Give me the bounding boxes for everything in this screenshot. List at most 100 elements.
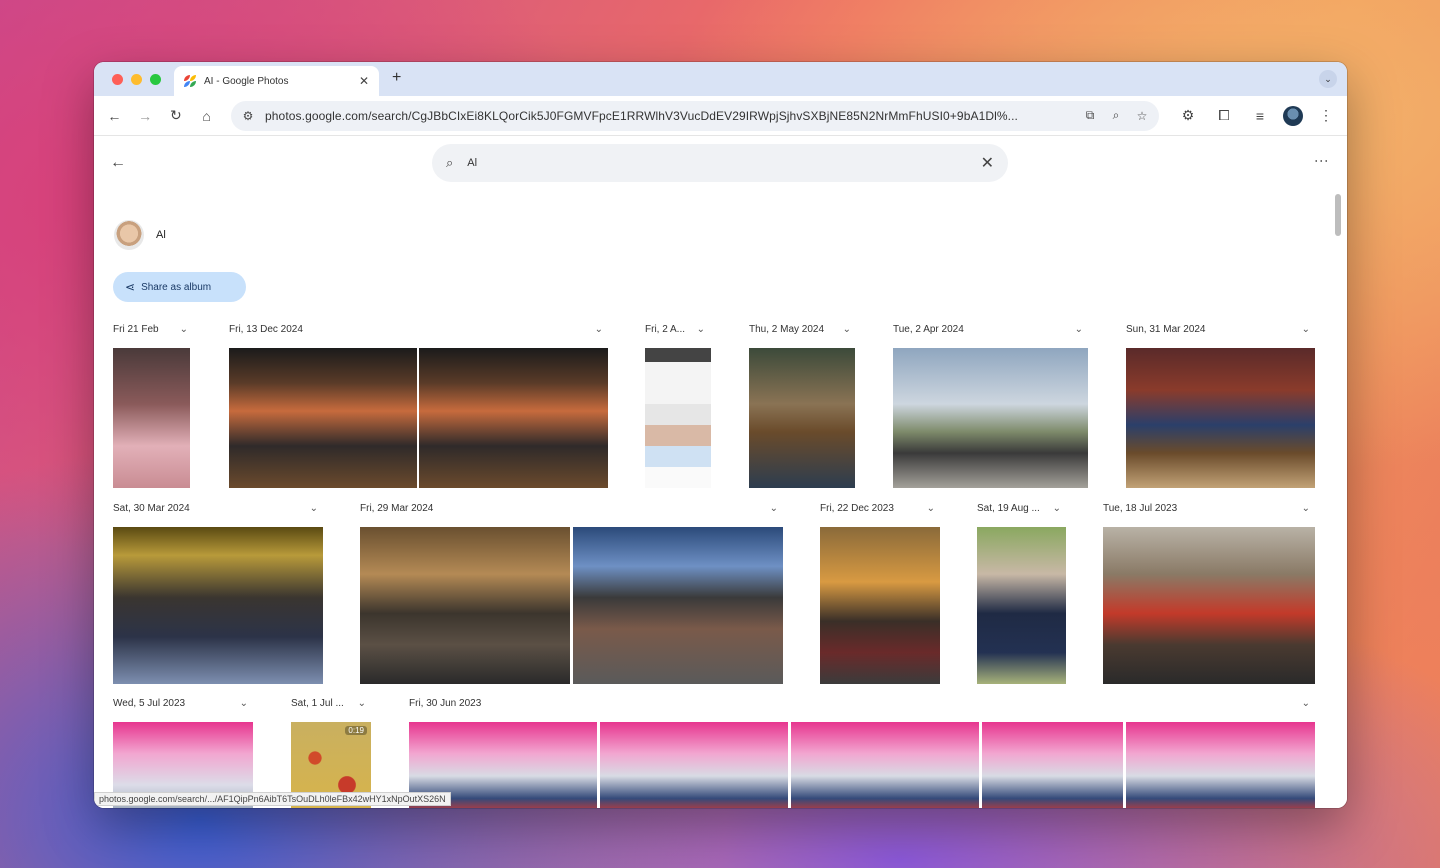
more-options-icon[interactable]: ⋮ [1314, 154, 1330, 168]
profile-avatar[interactable] [1283, 105, 1303, 126]
chevron-down-icon[interactable]: ⌄ [927, 503, 935, 514]
back-arrow-icon[interactable]: ← [110, 154, 126, 172]
address-bar[interactable]: ⚙ photos.google.com/search/CgJBbCIxEi8KL… [231, 100, 1159, 131]
person-avatar [114, 220, 144, 250]
site-settings-icon[interactable]: ⚙ [239, 109, 257, 123]
photo-thumbnail[interactable] [113, 527, 323, 684]
photo-thumbnail[interactable] [791, 722, 979, 808]
share-as-album-button[interactable]: ⋖ Share as album [113, 272, 246, 302]
clear-search-icon[interactable]: ✕ [981, 153, 994, 173]
new-tab-icon[interactable]: + [392, 69, 401, 87]
tab-title: AI - Google Photos [204, 75, 289, 87]
chevron-down-icon[interactable]: ⌄ [595, 324, 603, 335]
date-label: Wed, 5 Jul 2023 [113, 698, 186, 709]
chevron-down-icon[interactable]: ⌄ [770, 503, 778, 514]
date-header[interactable]: Tue, 2 Apr 2024 ⌄ [893, 324, 1083, 335]
person-name: Al [156, 229, 166, 241]
chevron-down-icon[interactable]: ⌄ [1302, 324, 1310, 335]
media-controls-icon[interactable]: ≡ [1247, 103, 1273, 129]
browser-window: AI - Google Photos ✕ + ⌄ ← → ↻ ⌂ ⚙ photo… [94, 62, 1347, 808]
extensions-puzzle-icon[interactable]: ⧠ [1211, 103, 1237, 129]
photo-thumbnail[interactable] [977, 527, 1066, 684]
chevron-down-icon[interactable]: ⌄ [240, 698, 248, 709]
photo-thumbnail[interactable] [1126, 348, 1315, 488]
chevron-down-icon[interactable]: ⌄ [310, 503, 318, 514]
photo-thumbnail[interactable] [360, 527, 570, 684]
date-label: Sat, 19 Aug ... [977, 503, 1040, 514]
date-header[interactable]: Tue, 18 Jul 2023 ⌄ [1103, 503, 1310, 514]
tab-close-icon[interactable]: ✕ [359, 74, 369, 88]
date-label: Fri, 30 Jun 2023 [409, 698, 482, 709]
date-header[interactable]: Wed, 5 Jul 2023 ⌄ [113, 698, 248, 709]
photo-thumbnail[interactable] [1103, 527, 1315, 684]
date-label: Fri 21 Feb [113, 324, 159, 335]
photo-thumbnail[interactable] [645, 348, 711, 488]
date-label: Fri, 29 Mar 2024 [360, 503, 434, 514]
link-status-bar: photos.google.com/search/.../AF1QipPn6Ai… [94, 792, 451, 806]
date-header[interactable]: Sun, 31 Mar 2024 ⌄ [1126, 324, 1310, 335]
date-label: Fri, 2 A... [645, 324, 686, 335]
chevron-down-icon[interactable]: ⌄ [180, 324, 188, 335]
zoom-icon[interactable]: ⌕ [1107, 108, 1125, 123]
chevron-down-icon[interactable]: ⌄ [358, 698, 366, 709]
photo-thumbnail[interactable] [982, 722, 1123, 808]
photo-thumbnail[interactable] [749, 348, 855, 488]
scrollbar-thumb[interactable] [1335, 194, 1341, 236]
extensions-area: ⚙ ⧠ ≡ ⋮ [1175, 103, 1339, 129]
reload-icon[interactable]: ↻ [164, 103, 189, 129]
photo-thumbnail[interactable] [600, 722, 788, 808]
photo-thumbnail[interactable] [229, 348, 417, 488]
photos-page: ← ⌕ Al ✕ ⋮ Al ⋖ Share as album Fri 21 Fe… [94, 136, 1347, 808]
date-label: Tue, 18 Jul 2023 [1103, 503, 1178, 514]
date-header[interactable]: Fri, 29 Mar 2024 ⌄ [360, 503, 778, 514]
date-header[interactable]: Fri, 22 Dec 2023 ⌄ [820, 503, 935, 514]
chevron-down-icon[interactable]: ⌄ [1302, 698, 1310, 709]
chrome-menu-icon[interactable]: ⋮ [1313, 103, 1339, 129]
tab-google-photos[interactable]: AI - Google Photos ✕ [174, 66, 379, 96]
chevron-down-icon[interactable]: ⌄ [697, 324, 705, 335]
url-text[interactable]: photos.google.com/search/CgJBbCIxEi8KLQo… [265, 109, 1073, 123]
date-header[interactable]: Fri 21 Feb ⌄ [113, 324, 188, 335]
video-duration: 0:19 [345, 726, 367, 735]
chevron-down-icon[interactable]: ⌄ [1053, 503, 1061, 514]
date-header[interactable]: Fri, 13 Dec 2024 ⌄ [229, 324, 603, 335]
tab-strip: AI - Google Photos ✕ + ⌄ [94, 62, 1347, 96]
forward-icon[interactable]: → [133, 103, 158, 129]
date-header[interactable]: Fri, 30 Jun 2023 ⌄ [409, 698, 1310, 709]
home-icon[interactable]: ⌂ [194, 103, 219, 129]
date-label: Sun, 31 Mar 2024 [1126, 324, 1206, 335]
search-icon: ⌕ [446, 155, 454, 170]
date-header[interactable]: Sat, 19 Aug ... ⌄ [977, 503, 1061, 514]
photo-thumbnail[interactable] [820, 527, 940, 684]
share-label: Share as album [141, 281, 212, 293]
date-label: Fri, 22 Dec 2023 [820, 503, 894, 514]
person-chip[interactable]: Al [114, 220, 166, 250]
photo-thumbnail[interactable] [573, 527, 783, 684]
date-label: Sat, 30 Mar 2024 [113, 503, 190, 514]
extension-gear-icon[interactable]: ⚙ [1175, 103, 1201, 129]
photo-thumbnail[interactable] [893, 348, 1088, 488]
chevron-down-icon[interactable]: ⌄ [1075, 324, 1083, 335]
search-bar[interactable]: ⌕ Al ✕ [432, 144, 1008, 182]
chevron-down-icon[interactable]: ⌄ [1302, 503, 1310, 514]
bookmark-star-icon[interactable]: ☆ [1133, 109, 1151, 123]
search-input[interactable]: Al [467, 157, 966, 169]
close-window-button[interactable] [112, 73, 123, 85]
window-controls [112, 73, 161, 85]
date-header[interactable]: Sat, 30 Mar 2024 ⌄ [113, 503, 318, 514]
share-icon: ⋖ [125, 280, 136, 294]
date-header[interactable]: Thu, 2 May 2024 ⌄ [749, 324, 851, 335]
photo-thumbnail[interactable] [113, 348, 190, 488]
chevron-down-icon[interactable]: ⌄ [843, 324, 851, 335]
tab-search-icon[interactable]: ⌄ [1319, 70, 1337, 88]
back-icon[interactable]: ← [102, 103, 127, 129]
photo-thumbnail[interactable] [1126, 722, 1315, 808]
photo-thumbnail[interactable] [419, 348, 608, 488]
minimize-window-button[interactable] [131, 73, 142, 85]
open-in-app-icon[interactable]: ⧉ [1081, 108, 1099, 123]
date-header[interactable]: Sat, 1 Jul ... ⌄ [291, 698, 366, 709]
date-label: Tue, 2 Apr 2024 [893, 324, 964, 335]
maximize-window-button[interactable] [150, 73, 161, 85]
date-label: Thu, 2 May 2024 [749, 324, 825, 335]
date-header[interactable]: Fri, 2 A... ⌄ [645, 324, 705, 335]
